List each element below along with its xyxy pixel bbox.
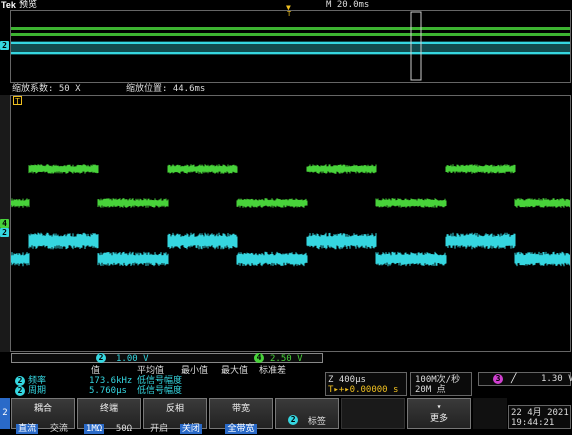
ch4-high-segment: [167, 164, 238, 174]
measure-row-note: 低信号幅度: [137, 376, 183, 386]
date-readout: 22 4月 2021: [511, 408, 569, 418]
horizontal-readout[interactable]: Z 400µs T▸+▸0.00000 s: [325, 372, 407, 396]
overview-ch2-trace: [11, 41, 570, 55]
ch4-scale-badge: 4: [254, 353, 264, 363]
ch2-high-segment: [306, 232, 377, 250]
channel-menu-tab[interactable]: 2: [0, 398, 10, 429]
ch2-low-segment: [97, 251, 169, 267]
trigger-level-readout: 1.30 V: [541, 374, 572, 384]
overview-ch2-bottom-edge: [11, 52, 570, 54]
ch2-ground-marker[interactable]: 2: [0, 228, 9, 237]
measure-header-stddev: 标准差: [259, 366, 287, 376]
measure-row-badge: 2: [15, 376, 25, 386]
ch4-scale-readout[interactable]: 2.50 V: [270, 354, 303, 364]
ch4-low-segment: [97, 198, 169, 208]
coupling-ac-option[interactable]: 交流: [48, 424, 70, 434]
sample-rate-readout: 100M次/秒: [415, 375, 461, 385]
ch2-low-segment: [11, 252, 30, 267]
label-button[interactable]: 2 标签: [275, 398, 339, 429]
rising-edge-icon: ╱: [511, 374, 517, 384]
coupling-dc-option[interactable]: 直流: [16, 424, 39, 434]
measure-row-value: 5.760µs: [89, 386, 127, 396]
ch4-low-segment: [514, 198, 570, 208]
ch4-square-wave: [11, 164, 570, 208]
vertical-scale-bar: 2 1.00 V 4 2.50 V: [11, 353, 323, 364]
menu-spacer: [473, 398, 507, 429]
bandwidth-value: 全带宽: [225, 424, 257, 434]
overview-ch2-marker[interactable]: 2: [0, 41, 9, 50]
overview-ch4-trace: [11, 27, 570, 36]
termination-50ohm-option[interactable]: 50Ω: [114, 424, 134, 434]
measure-header-mean: 平均值: [137, 366, 165, 376]
ch2-square-wave: [11, 232, 570, 267]
coupling-button[interactable]: 耦合 直流 交流: [11, 398, 75, 434]
termination-1mohm-option[interactable]: 1MΩ: [83, 424, 105, 434]
measure-row-value: 173.6kHz: [89, 376, 133, 386]
overview-ch4-band-bottom: [11, 33, 570, 36]
measure-row-name: 频率: [28, 376, 47, 386]
empty-softkey[interactable]: [341, 398, 405, 429]
ch2-low-segment: [375, 251, 447, 267]
label-button-text: 标签: [307, 417, 326, 427]
bandwidth-button[interactable]: 带宽 全带宽: [209, 398, 273, 434]
invert-off-option[interactable]: 关闭: [179, 424, 202, 434]
invert-on-option[interactable]: 开启: [148, 424, 170, 434]
ch4-high-segment: [445, 164, 516, 174]
coupling-label: 耦合: [33, 404, 52, 414]
trigger-position-readout: T▸+▸0.00000 s: [328, 385, 399, 395]
ch4-ground-marker[interactable]: 4: [0, 219, 9, 228]
bandwidth-label: 带宽: [231, 404, 250, 414]
zoom-waveform-window[interactable]: [10, 95, 571, 352]
measure-header-value: 值: [91, 366, 101, 376]
acquisition-readout[interactable]: 100M次/秒 20M 点: [410, 372, 472, 396]
ch2-scale-readout[interactable]: 1.00 V: [116, 354, 149, 364]
ch4-low-segment: [11, 198, 30, 208]
ch2-high-segment: [167, 232, 238, 250]
label-channel-badge: 2: [288, 414, 299, 425]
record-length-readout: 20M 点: [415, 385, 446, 395]
trigger-source-badge: 3: [493, 374, 503, 384]
measurement-panel[interactable]: 值 平均值 最小值 最大值 标准差 2 频率 173.6kHz 低信号幅度 2 …: [11, 364, 323, 397]
invert-button[interactable]: 反相 开启 关闭: [143, 398, 207, 434]
overview-waveform-window[interactable]: [10, 10, 571, 83]
measure-header-max: 最大值: [221, 366, 249, 376]
invert-label: 反相: [165, 404, 184, 414]
termination-button[interactable]: 终端 1MΩ 50Ω: [77, 398, 141, 434]
acquisition-mode: 预览: [19, 0, 38, 10]
ch2-low-segment: [514, 251, 570, 267]
datetime-readout: 22 4月 2021 19:44:21: [508, 405, 571, 429]
zoom-trigger-marker: T: [13, 96, 22, 106]
trigger-readout[interactable]: 3 ╱ 1.30 V: [478, 372, 572, 386]
ch2-high-segment: [445, 232, 516, 250]
ch2-high-segment: [28, 232, 99, 250]
overview-waveform-svg: [11, 11, 570, 81]
ch4-low-segment: [375, 198, 447, 208]
time-readout: 19:44:21: [511, 418, 555, 428]
ch4-high-segment: [28, 164, 99, 174]
top-status-bar: Tek 预览 M 20.0ms ▼ T: [0, 0, 572, 18]
ch2-scale-badge: 2: [96, 353, 106, 363]
zoom-waveform-svg: [11, 164, 570, 267]
zoom-position-readout[interactable]: 缩放位置: 44.6ms: [126, 84, 205, 94]
ch4-low-segment: [236, 198, 308, 208]
more-label: 更多: [429, 414, 448, 424]
brand-logo: Tek: [1, 0, 16, 10]
more-button[interactable]: ▾ 更多: [407, 398, 471, 429]
ch4-high-segment: [306, 164, 377, 174]
zoom-scale-readout: Z 400µs: [328, 375, 366, 385]
zoom-info-bar: 缩放系数: 50 X 缩放位置: 44.6ms: [0, 83, 572, 95]
more-arrow-icon: ▾: [436, 402, 442, 411]
measure-row-note: 低信号幅度: [137, 386, 183, 396]
ch2-low-segment: [236, 251, 308, 267]
measure-row-name: 周期: [28, 386, 47, 396]
zoom-factor-readout[interactable]: 缩放系数: 50 X: [12, 84, 81, 94]
measure-row-badge: 2: [15, 386, 25, 396]
termination-label: 终端: [99, 404, 118, 414]
measure-header-min: 最小值: [181, 366, 209, 376]
timebase-readout[interactable]: M 20.0ms: [326, 0, 369, 10]
overview-ch4-band-top: [11, 27, 570, 30]
overview-ch2-top-edge: [11, 42, 570, 44]
